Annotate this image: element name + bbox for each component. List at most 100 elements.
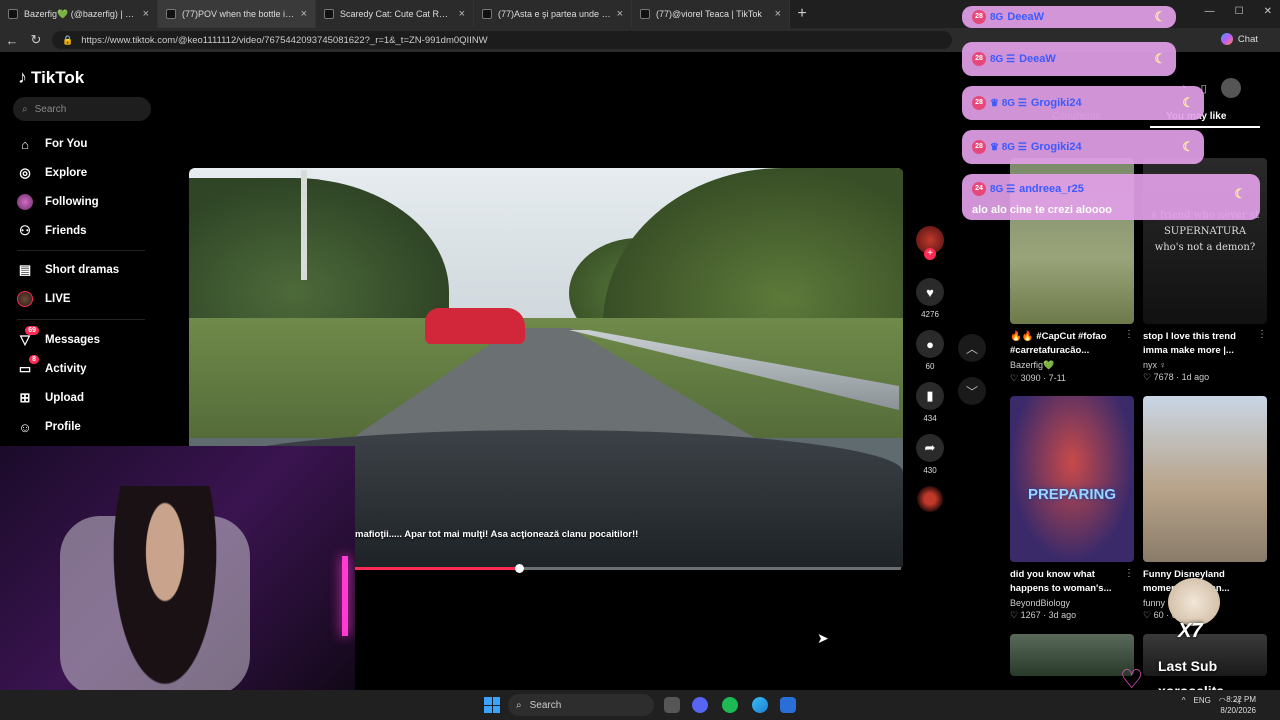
- heart-icon: ♥: [916, 278, 944, 306]
- streamer: [105, 486, 225, 690]
- video-progress-bar[interactable]: [355, 564, 901, 573]
- tiktok-icon: [8, 9, 18, 19]
- chevron-up-icon: ︿: [965, 341, 978, 356]
- windows-start-icon[interactable]: [484, 697, 500, 713]
- inbox-icon: ▭ 8: [17, 355, 39, 377]
- sidebar-item-live[interactable]: LIVE: [17, 291, 71, 307]
- more-options-icon[interactable]: ⋮: [1257, 329, 1280, 340]
- url-input[interactable]: 🔒 https://www.tiktok.com/@keo1111112/vid…: [52, 31, 952, 49]
- sidebar-item-explore[interactable]: ◎ Explore: [17, 165, 87, 181]
- close-icon[interactable]: ×: [459, 8, 465, 20]
- edge-icon[interactable]: [752, 697, 768, 713]
- badge-icon: 8G: [990, 11, 1004, 23]
- divider: [17, 319, 145, 320]
- chat-message: 28 ♛ 8G ☰ Grogiki24 ☾: [962, 130, 1204, 164]
- previous-video-button[interactable]: ︿: [958, 334, 986, 362]
- moon-icon: ☾: [1182, 139, 1194, 154]
- comment-button[interactable]: ● 60: [916, 330, 944, 371]
- window-controls: — ☐ ✕: [1205, 6, 1272, 17]
- like-button[interactable]: ♥ 4276: [916, 278, 944, 319]
- video-caption: mafioţii..... Apar tot mai mulţi! Asa ac…: [355, 529, 639, 540]
- chat-message: 28 8G DeeaW ☾: [962, 6, 1176, 28]
- tiktok-logo[interactable]: ♪ TikTok: [18, 67, 84, 88]
- close-icon[interactable]: ×: [143, 8, 149, 20]
- new-tab-button[interactable]: +: [790, 5, 814, 23]
- follow-plus-icon[interactable]: +: [924, 248, 936, 260]
- app-icon[interactable]: [780, 697, 796, 713]
- close-icon[interactable]: ×: [301, 8, 307, 20]
- dog-image: [1168, 578, 1220, 626]
- crown-icon: ♛ 8G ☰: [990, 141, 1027, 153]
- taskbar-search[interactable]: ⌕ Search: [508, 694, 654, 716]
- copilot-chat-button[interactable]: Chat: [1220, 33, 1258, 45]
- video-thumbnail: PREPARING: [1010, 396, 1134, 562]
- sidebar-item-friends[interactable]: ⚇ Friends: [17, 223, 86, 239]
- music-disc-icon[interactable]: [917, 486, 943, 512]
- video-thumbnail: [1143, 396, 1267, 562]
- webcam-overlay: [0, 446, 355, 690]
- bookmark-icon: ▮: [916, 382, 944, 410]
- moon-icon: ☾: [1182, 95, 1194, 110]
- live-icon: [17, 291, 33, 307]
- video-thumbnail: [1010, 634, 1134, 676]
- close-icon[interactable]: ×: [617, 8, 623, 20]
- creator-avatar[interactable]: +: [916, 226, 944, 260]
- moon-icon: ☾: [1234, 186, 1246, 201]
- recommended-video-card[interactable]: [1010, 634, 1134, 676]
- messages-badge: 69: [25, 326, 39, 335]
- user-avatar[interactable]: [1220, 78, 1241, 98]
- sidebar-item-profile[interactable]: ☺ Profile: [17, 419, 80, 435]
- search-icon: ⌕: [516, 699, 522, 711]
- badge-icon: 8G ☰: [990, 184, 1016, 195]
- back-icon[interactable]: ←: [0, 33, 24, 48]
- progress-handle[interactable]: [514, 564, 524, 573]
- chat-message: 24 8G ☰ andreea_r25 alo alo cine te crez…: [962, 174, 1260, 220]
- tiktok-icon: [166, 9, 176, 19]
- sidebar-item-activity[interactable]: ▭ 8 Activity: [17, 355, 87, 377]
- compass-icon: ◎: [19, 165, 31, 180]
- red-car: [425, 308, 525, 344]
- tiktok-note-icon: ♪: [18, 67, 27, 87]
- sidebar-item-messages[interactable]: ▽ 69 Messages: [17, 326, 100, 348]
- sidebar-item-short-dramas[interactable]: ▤ Short dramas: [17, 262, 119, 278]
- active-tab-indicator: [1150, 126, 1260, 128]
- chat-message: 28 8G ☰ DeeaW ☾: [962, 42, 1176, 76]
- discord-icon[interactable]: [692, 697, 708, 713]
- save-button[interactable]: ▮ 434: [916, 382, 944, 423]
- share-button[interactable]: ➦ 430: [916, 434, 944, 475]
- share-icon: ➦: [916, 434, 944, 462]
- refresh-icon[interactable]: ↻: [24, 32, 48, 48]
- browser-tab[interactable]: Scaredy Cat: Cute Cat Reaction Co×: [316, 0, 474, 28]
- lock-icon: 🔒: [62, 34, 74, 45]
- maximize-icon[interactable]: ☐: [1235, 6, 1244, 17]
- tiktok-icon: [324, 9, 334, 19]
- task-view-icon[interactable]: [664, 697, 680, 713]
- sidebar-item-following[interactable]: Following: [17, 194, 99, 210]
- messages-icon: ▽ 69: [17, 326, 39, 348]
- clock[interactable]: 8:22 PM 8/20/2026: [1220, 694, 1256, 716]
- avatar: [17, 194, 33, 210]
- divider: [17, 250, 145, 251]
- browser-tab[interactable]: (77)@viorel Teaca | TikTok ×: [632, 0, 790, 28]
- minimize-icon[interactable]: —: [1205, 6, 1215, 17]
- sidebar-item-upload[interactable]: ⊞ Upload: [17, 390, 84, 406]
- badge-icon: 8G ☰: [990, 53, 1016, 65]
- sidebar: ♪ TikTok ⌕ Search ⌂ For You ◎ Explore Fo…: [0, 52, 160, 447]
- film-icon: ▤: [18, 262, 32, 277]
- next-video-button[interactable]: ﹀: [958, 377, 986, 405]
- tiktok-icon: [640, 9, 650, 19]
- chevron-up-icon[interactable]: ^: [1182, 696, 1186, 705]
- moon-icon: ☾: [1154, 51, 1166, 66]
- browser-tab[interactable]: (77)Asta e şi partea unde acţio ×: [474, 0, 632, 28]
- search-input[interactable]: ⌕ Search: [13, 97, 151, 121]
- spotify-icon[interactable]: [722, 697, 738, 713]
- chevron-down-icon: ﹀: [965, 384, 978, 399]
- recommended-video-card[interactable]: PREPARING did you know what happens to w…: [1010, 396, 1134, 621]
- crown-icon: ♛ 8G ☰: [990, 97, 1027, 109]
- profile-icon: ☺: [18, 419, 32, 435]
- browser-tab[interactable]: (77)POV when the bottle in your m×: [158, 0, 316, 28]
- close-icon[interactable]: ×: [775, 8, 781, 20]
- close-window-icon[interactable]: ✕: [1264, 6, 1272, 17]
- sidebar-item-for-you[interactable]: ⌂ For You: [17, 136, 87, 152]
- browser-tab[interactable]: Bazerfig💚 (@bazerfig) | TikTok×: [0, 0, 158, 28]
